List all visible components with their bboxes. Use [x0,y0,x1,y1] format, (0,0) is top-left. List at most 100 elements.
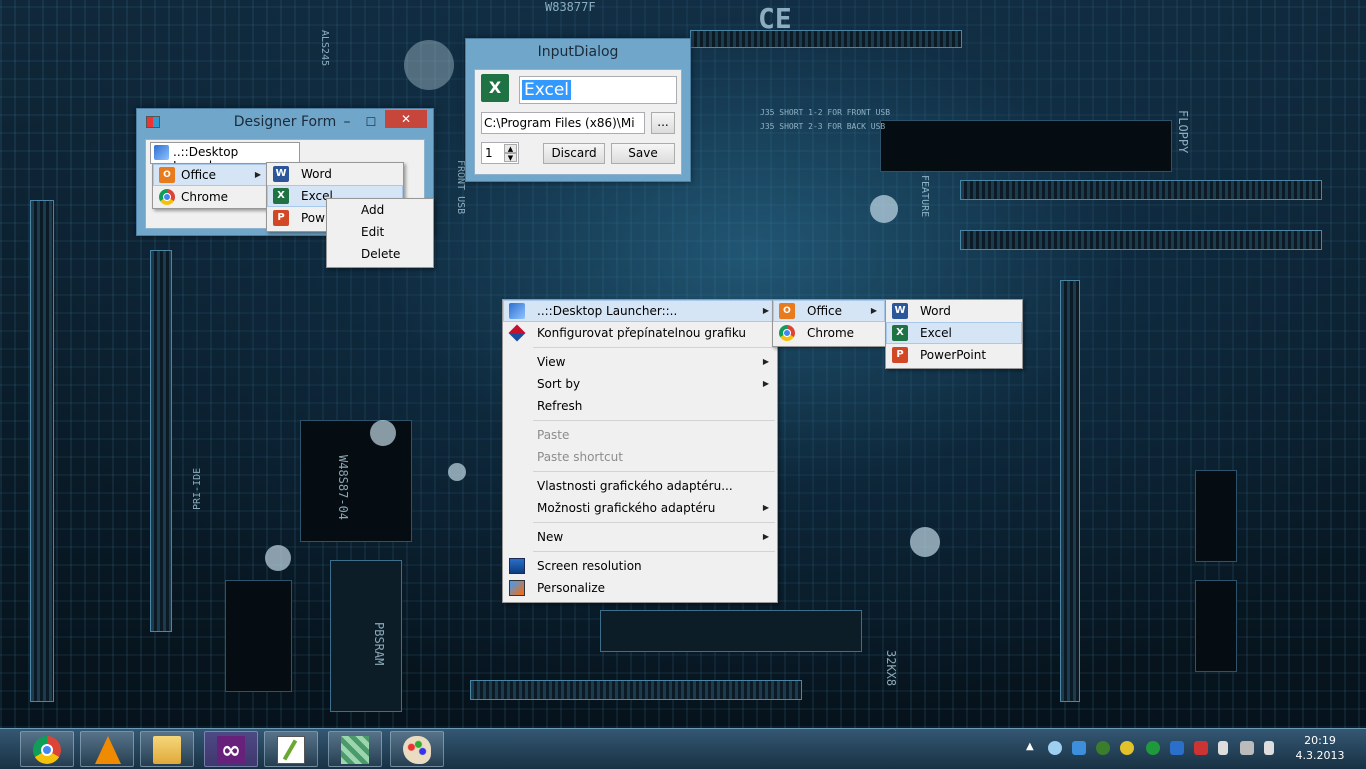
wallpaper-slot [150,250,172,632]
designer-form-titlebar[interactable]: Designer Form – ☐ ✕ [137,109,433,135]
app-path-value: C:\Program Files (x86)\Mi [484,116,635,130]
excel-icon: X [273,188,289,204]
browse-button[interactable]: ... [651,112,675,134]
spin-down-icon[interactable]: ▼ [504,153,517,162]
tray-antivirus-icon[interactable] [1194,741,1208,755]
desktop-menu-launcher[interactable]: ..::Desktop Launcher::.. ▶ [503,300,777,322]
silk-pbsram: PBSRAM [372,622,386,666]
screen-resolution-icon [509,558,525,574]
desktop-submenu-office[interactable]: O Office ▶ [773,300,885,322]
taskbar-vlc-button[interactable] [80,731,134,767]
tray-dropbox-icon[interactable] [1072,741,1086,755]
wallpaper-chip [1195,470,1237,562]
launcher-menu-root[interactable]: ..::Desktop Launcher::.. [150,142,300,173]
desktop-menu-paste-shortcut[interactable]: Paste shortcut [503,446,777,468]
desktop-menu-refresh[interactable]: Refresh [503,395,777,417]
context-item-edit[interactable]: Edit [327,221,433,243]
desktop-menu-view-label: View [537,355,566,369]
taskbar-launcher-button[interactable] [328,731,382,767]
desktop-menu-view[interactable]: View ▶ [503,351,777,373]
vlc-icon [95,736,121,764]
wallpaper-slot [960,230,1322,250]
personalize-icon [509,580,525,596]
silk-feature: FEATURE [919,175,930,218]
submenu-arrow-icon: ▶ [762,532,769,541]
taskbar-chrome-button[interactable] [20,731,74,767]
context-item-delete[interactable]: Delete [327,243,433,265]
input-dialog-titlebar[interactable]: InputDialog [466,39,690,65]
desktop-menu-switchable-graphics[interactable]: Konfigurovat přepínatelnou grafiku [503,322,777,344]
app-name-input[interactable]: Excel [519,76,677,104]
desktop-submenu-chrome-label: Chrome [807,326,855,340]
desktop-launcher-submenu: O Office ▶ Chrome [772,299,886,347]
desktop-menu-sort-by[interactable]: Sort by ▶ [503,373,777,395]
wallpaper-slot [960,180,1322,200]
app-name-value: Excel [522,80,572,100]
wallpaper-slot [690,30,962,48]
notepad-icon [277,736,305,764]
desktop-menu-screen-resolution[interactable]: Screen resolution [503,555,777,577]
desktop-office-powerpoint[interactable]: P PowerPoint [886,344,1022,366]
minimize-button[interactable]: – [335,109,359,135]
submenu-arrow-icon: ▶ [762,503,769,512]
wallpaper-pad [910,527,940,557]
maximize-button[interactable]: ☐ [359,109,383,135]
app-path-input[interactable]: C:\Program Files (x86)\Mi [481,112,645,134]
desktop-menu-adapter-options[interactable]: Možnosti grafického adaptéru ▶ [503,497,777,519]
order-spinbox[interactable]: 1 ▲ ▼ [481,142,519,164]
word-icon: W [892,303,908,319]
tray-expand-icon[interactable]: ▲ [1026,741,1034,752]
clock-date: 4.3.2013 [1295,749,1345,762]
silk-j35-back: J35 SHORT 2-3 FOR BACK USB [760,122,886,131]
taskbar-paint-button[interactable] [390,731,444,767]
paint-icon [403,736,431,764]
input-dialog-client: X Excel C:\Program Files (x86)\Mi ... 1 … [474,69,682,175]
discard-button[interactable]: Discard [543,143,605,164]
wallpaper-pad [870,195,898,223]
submenu-arrow-icon: ▶ [762,306,769,315]
tray-utorrent-icon[interactable] [1146,741,1160,755]
desktop-submenu-office-label: Office [807,304,843,318]
close-button[interactable]: ✕ [385,110,427,128]
wallpaper-slot [470,680,802,700]
desktop-office-excel[interactable]: X Excel [886,322,1022,344]
silk-ce: CE [758,2,792,35]
tray-battery-icon[interactable] [1218,741,1228,755]
silk-part: W83877F [545,0,596,14]
desktop-submenu-chrome[interactable]: Chrome [773,322,885,344]
desktop-menu-new[interactable]: New ▶ [503,526,777,548]
desktop-launcher-icon [341,736,369,764]
desktop-menu-personalize[interactable]: Personalize [503,577,777,599]
submenu-arrow-icon: ▶ [254,170,261,179]
form-menu-item-chrome-label: Chrome [181,190,229,204]
desktop-office-word[interactable]: W Word [886,300,1022,322]
form-submenu-item-word[interactable]: W Word [267,163,403,185]
taskbar-explorer-button[interactable] [140,731,194,767]
form-menu-item-office[interactable]: O Office ▶ [153,164,269,186]
save-button[interactable]: Save [611,143,675,164]
input-dialog-window[interactable]: InputDialog X Excel C:\Program Files (x8… [465,38,691,182]
excel-icon: X [892,325,908,341]
spin-up-icon[interactable]: ▲ [504,144,517,153]
form-menu-item-chrome[interactable]: Chrome [153,186,269,208]
taskbar-clock[interactable]: 20:19 4.3.2013 [1290,733,1350,763]
desktop-office-excel-label: Excel [920,326,952,340]
desktop-menu-adapter-properties[interactable]: Vlastnosti grafického adaptéru... [503,475,777,497]
desktop-menu-personalize-label: Personalize [537,581,606,595]
word-icon: W [273,166,289,182]
taskbar-notepad-button[interactable] [264,731,318,767]
taskbar-visual-studio-button[interactable]: ∞ [204,731,258,767]
desktop-menu-paste[interactable]: Paste [503,424,777,446]
context-add-label: Add [361,203,385,217]
tray-chat-icon[interactable] [1048,741,1062,755]
tray-network-app-icon[interactable] [1170,741,1184,755]
tray-network-icon[interactable] [1240,741,1254,755]
office-icon: O [779,303,795,319]
context-item-add[interactable]: Add [327,199,433,221]
wallpaper-slot [30,200,54,702]
launcher-icon [509,303,525,319]
tray-volume-icon[interactable] [1264,741,1274,755]
tray-app-icon[interactable] [1120,741,1134,755]
chrome-icon [159,189,175,205]
tray-status-icon[interactable] [1096,741,1110,755]
